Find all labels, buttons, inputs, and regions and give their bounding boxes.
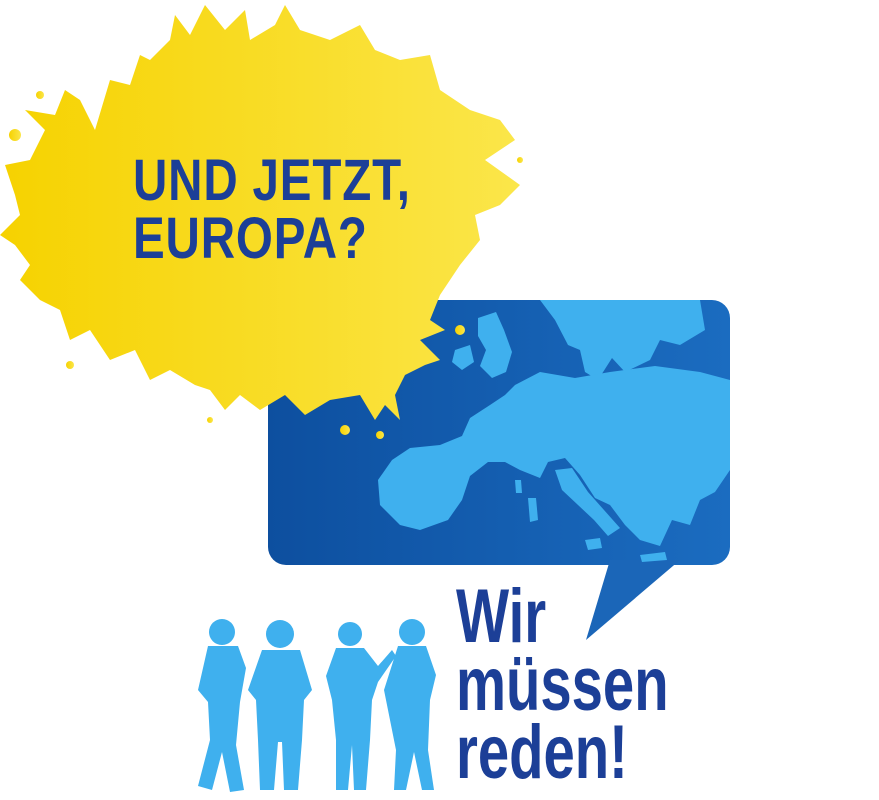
people-silhouettes — [198, 619, 436, 792]
poster-artwork — [0, 5, 730, 792]
person-silhouette — [384, 619, 436, 790]
slogan-line-2: müssen — [456, 642, 669, 727]
person-silhouette — [198, 619, 246, 792]
headline-line-1: UND JETZT, — [133, 148, 411, 213]
slogan: Wir müssen reden! — [456, 574, 669, 795]
person-silhouette — [326, 622, 396, 790]
headline-line-2: EUROPA? — [133, 206, 368, 271]
slogan-line-1: Wir — [456, 574, 547, 659]
headline: UND JETZT, EUROPA? — [133, 148, 411, 271]
slogan-line-3: reden! — [456, 710, 628, 795]
person-silhouette — [248, 620, 312, 790]
